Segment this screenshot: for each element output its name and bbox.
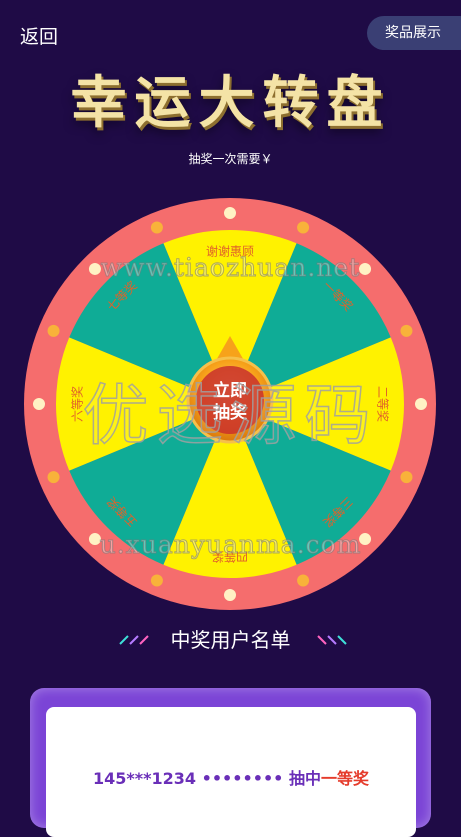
wheel-bulb: [47, 324, 60, 337]
list-item: 145***1234 •••••••• 抽中一等奖: [46, 765, 416, 789]
back-button[interactable]: 返回: [20, 22, 58, 49]
wheel-sector-label: 谢谢惠顾: [206, 244, 254, 259]
wheel-bulb: [359, 533, 372, 546]
wheel-bulb: [359, 262, 372, 275]
lucky-wheel: 谢谢惠顾 一等奖 二等奖 三等奖 四等奖 五等奖 六等奖 七等奖 立即 抽奖: [22, 196, 438, 612]
wheel-graphic: 谢谢惠顾一等奖二等奖三等奖四等奖五等奖六等奖七等奖 立即 抽奖: [24, 198, 436, 610]
cost-text: 抽奖一次需要￥: [188, 152, 273, 166]
winner-action: 抽中: [288, 769, 321, 788]
right-deco-icon: [317, 635, 347, 645]
wheel-bulb: [297, 574, 310, 587]
winner-prize: 一等奖: [321, 769, 370, 788]
winner-dots: ••••••••: [201, 769, 284, 788]
wheel-sector-label: 六等奖: [71, 386, 85, 422]
winner-phone: 145***1234: [92, 769, 197, 788]
spin-button-label-2: 抽奖: [213, 402, 248, 423]
winners-list-frame: 145***1234 •••••••• 抽中一等奖: [30, 688, 431, 837]
wheel-bulb: [400, 324, 413, 337]
wheel-bulb: [224, 589, 236, 601]
wheel-bulb: [415, 398, 427, 410]
page-title: 幸运大转盘: [70, 70, 391, 136]
prize-display-button[interactable]: 奖品展示: [367, 16, 461, 50]
wheel-bulb: [33, 398, 45, 410]
winners-list: 145***1234 •••••••• 抽中一等奖: [46, 707, 416, 837]
wheel-bulb: [224, 207, 236, 219]
wheel-sector-label: 四等奖: [212, 550, 248, 564]
wheel-bulb: [88, 262, 101, 275]
spin-button-label-1: 立即: [213, 380, 247, 401]
wheel-bulb: [88, 533, 101, 546]
wheel-bulb: [150, 221, 163, 234]
wheel-sector-label: 二等奖: [376, 386, 390, 422]
wheel-bulb: [400, 471, 413, 484]
winners-heading: 中奖用户名单: [170, 628, 291, 652]
wheel-bulb: [47, 471, 60, 484]
wheel-bulb: [150, 574, 163, 587]
wheel-bulb: [297, 221, 310, 234]
